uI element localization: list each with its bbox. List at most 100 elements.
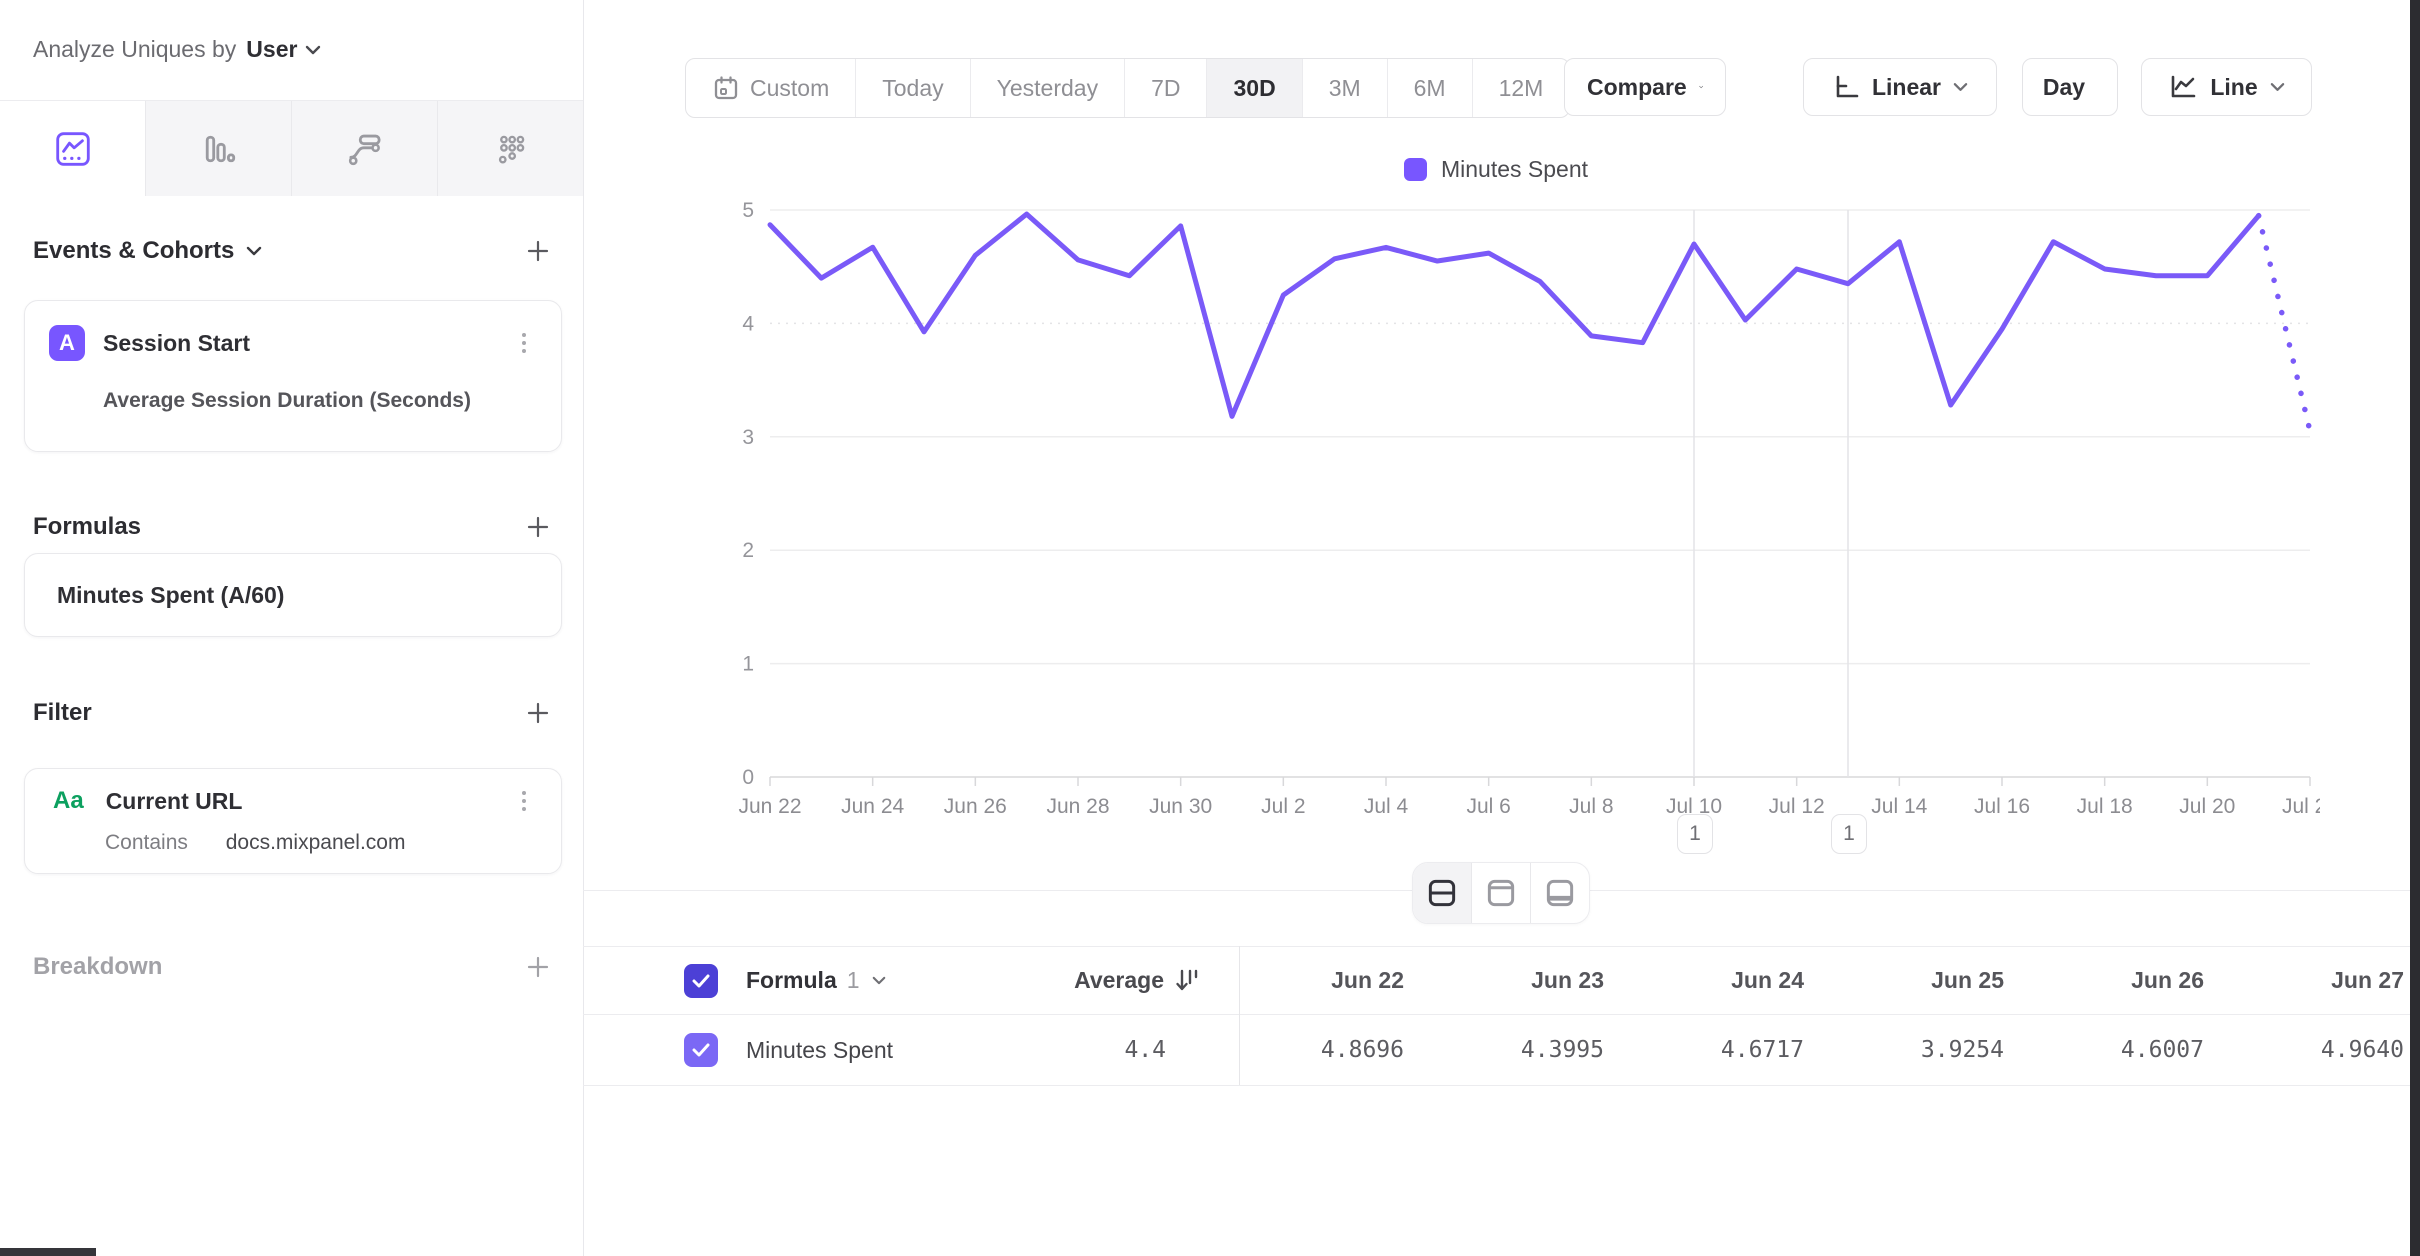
event-letter-badge: A — [49, 325, 85, 361]
events-cohorts-label[interactable]: Events & Cohorts — [33, 237, 234, 265]
table-only-icon — [1542, 875, 1578, 911]
filter-header: Filter — [33, 698, 553, 728]
x-axis-tick-label: Jul 6 — [1466, 795, 1510, 818]
toggle-split-view[interactable] — [1413, 863, 1471, 923]
horizontal-scrollbar-thumb[interactable] — [0, 1248, 96, 1256]
axis-scale-button[interactable]: Linear — [1803, 58, 1997, 116]
date-range-6m[interactable]: 6M — [1387, 59, 1472, 117]
sort-icon[interactable] — [1172, 966, 1202, 996]
date-cell-value: 4.8696 — [1220, 1037, 1420, 1063]
date-cell-value: 3.9254 — [1820, 1037, 2020, 1063]
chevron-down-icon[interactable] — [872, 976, 886, 985]
plus-icon — [526, 239, 550, 263]
date-range-label: Custom — [750, 75, 829, 102]
date-range-12m[interactable]: 12M — [1472, 59, 1570, 117]
filter-kebab-menu[interactable] — [511, 791, 537, 811]
compare-button[interactable]: Compare — [1564, 58, 1726, 116]
x-axis-tick-label: Jul 14 — [1871, 795, 1927, 818]
series-name[interactable]: Minutes Spent — [746, 1037, 893, 1064]
date-range-yesterday[interactable]: Yesterday — [970, 59, 1124, 117]
event-card[interactable]: A Session Start Average Session Duration… — [24, 300, 562, 452]
chevron-down-icon — [1953, 82, 1968, 92]
x-axis-tick-label: Jul 20 — [2179, 795, 2235, 818]
x-axis-tick-label: Jul 2 — [1261, 795, 1305, 818]
formulas-header: Formulas — [33, 512, 553, 542]
date-range-30d[interactable]: 30D — [1206, 59, 1301, 117]
add-event-button[interactable] — [523, 236, 553, 266]
analyze-uniques-selector[interactable]: User — [246, 36, 321, 63]
add-filter-button[interactable] — [523, 698, 553, 728]
date-range-3m[interactable]: 3M — [1302, 59, 1387, 117]
date-column-headers: Jun 22Jun 23Jun 24Jun 25Jun 26Jun 27 — [1220, 967, 2420, 994]
x-axis-tick-label: Jun 30 — [1149, 795, 1212, 818]
date-range-custom[interactable]: Custom — [686, 59, 855, 117]
line-chart[interactable]: 012345Jun 22Jun 24Jun 26Jun 28Jun 30Jul … — [720, 150, 2320, 850]
date-column-header[interactable]: Jun 27 — [2220, 967, 2420, 994]
add-formula-button[interactable] — [523, 512, 553, 542]
add-breakdown-button[interactable] — [523, 952, 553, 982]
line-chart-icon — [2168, 73, 2198, 101]
filter-card[interactable]: Aa Current URL Contains docs.mixpanel.co… — [24, 768, 562, 874]
x-axis-tick-label: Jun 22 — [738, 795, 801, 818]
granularity-label: Day — [2043, 74, 2085, 101]
date-column-header[interactable]: Jun 23 — [1420, 967, 1620, 994]
toggle-table-only[interactable] — [1530, 863, 1589, 923]
date-range-label: 30D — [1233, 75, 1275, 102]
date-column-values: 4.86964.39954.67173.92544.60074.9640 — [1220, 1037, 2420, 1063]
event-kebab-menu[interactable] — [511, 333, 537, 353]
events-cohorts-header: Events & Cohorts — [33, 236, 553, 266]
select-all-checkbox[interactable] — [684, 964, 718, 998]
average-column-header[interactable]: Average — [1074, 967, 1164, 994]
x-axis-tick-label: Jul 22 — [2282, 795, 2320, 818]
table-data-row[interactable]: Minutes Spent 4.4 4.86964.39954.67173.92… — [684, 1015, 2420, 1085]
tab-bar-chart[interactable] — [145, 101, 291, 196]
toggle-chart-only[interactable] — [1471, 863, 1530, 923]
formula-card[interactable]: Minutes Spent (A/60) — [24, 553, 562, 637]
date-column-header[interactable]: Jun 26 — [2020, 967, 2220, 994]
date-range-7d[interactable]: 7D — [1124, 59, 1206, 117]
tab-flows[interactable] — [291, 101, 437, 196]
date-range-control: Custom TodayYesterday7D 30D 3M6M12M — [685, 58, 1570, 118]
chart-only-icon — [1483, 875, 1519, 911]
tab-retention[interactable] — [437, 101, 583, 196]
y-axis-tick-label: 5 — [742, 199, 754, 222]
x-axis-tick-label: Jun 24 — [841, 795, 904, 818]
date-column-header[interactable]: Jun 24 — [1620, 967, 1820, 994]
retention-icon — [491, 129, 531, 169]
event-name[interactable]: Session Start — [103, 330, 250, 357]
event-aggregation[interactable]: Average Session Duration (Seconds) — [103, 389, 471, 413]
filter-operator[interactable]: Contains — [105, 831, 188, 854]
axis-scale-label: Linear — [1872, 74, 1941, 101]
x-axis-tick-label: Jul 4 — [1364, 795, 1409, 818]
table-separator — [583, 1085, 2420, 1086]
check-icon — [692, 1043, 710, 1057]
date-column-header[interactable]: Jun 25 — [1820, 967, 2020, 994]
series-line[interactable] — [770, 214, 2259, 416]
filter-property-name[interactable]: Current URL — [106, 788, 243, 815]
series-checkbox[interactable] — [684, 1033, 718, 1067]
annotation-badge[interactable]: 1 — [1677, 814, 1713, 854]
date-range-today[interactable]: Today — [855, 59, 969, 117]
analyze-uniques-row: Analyze Uniques by User — [33, 36, 321, 63]
annotation-badge[interactable]: 1 — [1831, 814, 1867, 854]
table-header-row: Formula 1 Average Jun 22Jun 23Jun 24Jun … — [684, 947, 2420, 1014]
y-axis-tick-label: 4 — [742, 312, 754, 335]
x-axis-tick-label: Jun 28 — [1046, 795, 1109, 818]
analyze-uniques-value: User — [246, 36, 297, 63]
property-type-badge: Aa — [53, 787, 84, 815]
group-label[interactable]: Formula — [746, 967, 837, 994]
tab-insights-line[interactable] — [0, 101, 145, 196]
chart-type-button[interactable]: Line — [2141, 58, 2312, 116]
window-edge-strip — [2410, 0, 2420, 1256]
filter-value[interactable]: docs.mixpanel.com — [226, 831, 406, 854]
analyze-uniques-label: Analyze Uniques by — [33, 36, 236, 63]
formula-expression[interactable]: Minutes Spent (A/60) — [57, 582, 284, 609]
linear-axis-icon — [1832, 73, 1860, 101]
date-column-header[interactable]: Jun 22 — [1220, 967, 1420, 994]
chevron-down-icon[interactable] — [246, 246, 262, 256]
breakdown-label: Breakdown — [33, 953, 162, 981]
granularity-button[interactable]: Day — [2022, 58, 2118, 116]
chart-type-label: Line — [2210, 74, 2257, 101]
view-toggle — [1412, 862, 1590, 924]
breakdown-header: Breakdown — [33, 952, 553, 982]
